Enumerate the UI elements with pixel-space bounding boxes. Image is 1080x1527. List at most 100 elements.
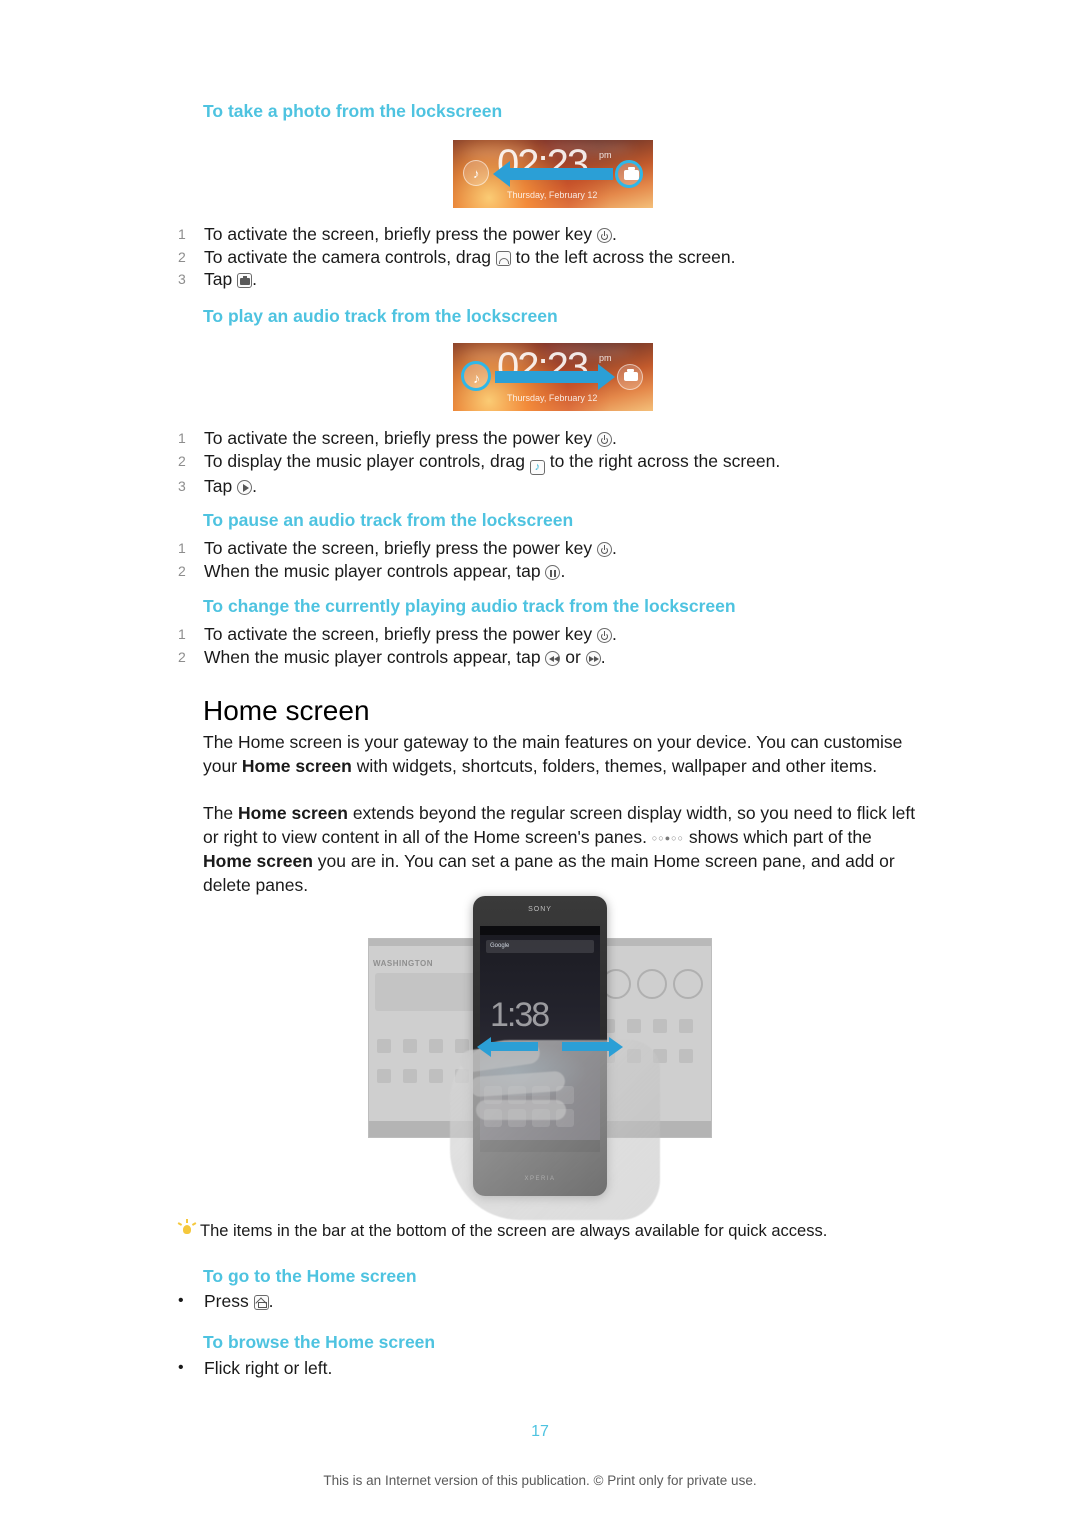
lockscreen-music-illustration: 02:23 pm Thursday, February 12 ♪ bbox=[453, 343, 653, 411]
step-text-after: . bbox=[611, 624, 617, 644]
step-text: Tap . bbox=[204, 475, 958, 498]
bullet: • bbox=[178, 1292, 184, 1309]
app-icon bbox=[679, 1049, 693, 1063]
app-icon bbox=[679, 1019, 693, 1033]
step-text-before: Tap bbox=[204, 269, 238, 289]
step-item: 1 To activate the screen, briefly press … bbox=[178, 223, 958, 246]
step-text-middle: or bbox=[560, 646, 586, 667]
swipe-handle-icon bbox=[495, 250, 511, 266]
step-number: 2 bbox=[178, 648, 186, 665]
status-bar bbox=[593, 939, 711, 946]
lockscreen-ampm: pm bbox=[599, 353, 612, 363]
step-text-before: To activate the camera controls, drag bbox=[204, 246, 496, 267]
lockscreen-date: Thursday, February 12 bbox=[507, 393, 598, 403]
music-note-icon[interactable]: ♪ bbox=[463, 160, 489, 186]
pane-indicator-dots: ○○●○○ bbox=[651, 832, 685, 843]
step-number: 3 bbox=[178, 271, 186, 287]
step-text-before: To activate the screen, briefly press th… bbox=[204, 428, 597, 448]
power-key-icon bbox=[596, 628, 612, 643]
step-number: 3 bbox=[178, 477, 186, 494]
drag-right-arrow bbox=[495, 364, 615, 390]
step-text-before: Tap bbox=[204, 475, 238, 496]
step-text: Flick right or left. bbox=[204, 1358, 333, 1378]
google-search-bar[interactable]: Google bbox=[486, 940, 594, 953]
step-item: 3 Tap . bbox=[178, 268, 958, 291]
step-item: 2 To display the music player controls, … bbox=[178, 450, 958, 475]
widget-circle bbox=[637, 969, 667, 999]
step-text: To activate the screen, briefly press th… bbox=[204, 427, 958, 450]
bullet: • bbox=[178, 1359, 184, 1376]
steps-play-audio: 1 To activate the screen, briefly press … bbox=[178, 427, 958, 497]
step-text-before: To activate the screen, briefly press th… bbox=[204, 538, 597, 558]
weather-widget bbox=[375, 973, 480, 1011]
widget-circle bbox=[673, 969, 703, 999]
app-icon bbox=[377, 1039, 391, 1053]
heading-browse-home-screen: To browse the Home screen bbox=[203, 1332, 436, 1352]
step-number: 1 bbox=[178, 226, 186, 242]
home-key-icon bbox=[253, 1295, 269, 1310]
page-number: 17 bbox=[531, 1423, 549, 1440]
heading-go-to-home-screen: To go to the Home screen bbox=[203, 1266, 417, 1286]
hand-illustration bbox=[450, 1040, 660, 1220]
step-text: Tap . bbox=[204, 268, 958, 291]
step-text-after: . bbox=[600, 646, 606, 667]
step-text-after: . bbox=[252, 269, 257, 289]
step-text: To activate the screen, briefly press th… bbox=[204, 223, 958, 246]
tip-text: The items in the bar at the bottom of th… bbox=[200, 1222, 828, 1240]
step-item: 2 When the music player controls appear,… bbox=[178, 646, 958, 669]
paragraph-2-bold1: Home screen bbox=[238, 803, 348, 823]
tip-row: The items in the bar at the bottom of th… bbox=[177, 1219, 938, 1242]
camera-icon[interactable] bbox=[617, 364, 643, 390]
manual-page: To take a photo from the lockscreen 02:2… bbox=[0, 0, 1080, 1527]
step-number: 1 bbox=[178, 430, 186, 446]
app-icon bbox=[429, 1069, 443, 1083]
app-icon bbox=[403, 1039, 417, 1053]
finger bbox=[476, 1100, 566, 1120]
step-number: 2 bbox=[178, 248, 186, 265]
camera-icon bbox=[237, 273, 253, 288]
paragraph-1-part2: with widgets, shortcuts, folders, themes… bbox=[351, 755, 878, 776]
finger bbox=[469, 1070, 566, 1098]
steps-pause-audio: 1 To activate the screen, briefly press … bbox=[178, 537, 958, 582]
step-text-after: . bbox=[611, 224, 617, 244]
step-text-after: . bbox=[252, 475, 257, 496]
step-text-before: Press bbox=[204, 1291, 254, 1311]
pause-icon bbox=[545, 564, 561, 580]
step-item: 2 When the music player controls appear,… bbox=[178, 560, 958, 583]
steps-browse-home-screen: • Flick right or left. bbox=[178, 1357, 958, 1380]
step-text: When the music player controls appear, t… bbox=[204, 560, 958, 583]
step-text: When the music player controls appear, t… bbox=[204, 646, 958, 669]
play-icon bbox=[237, 479, 253, 495]
step-item: • Flick right or left. bbox=[178, 1357, 958, 1380]
step-text-after: to the right across the screen. bbox=[544, 450, 781, 471]
app-icon bbox=[429, 1039, 443, 1053]
flick-right-arrow bbox=[562, 1036, 623, 1057]
left-pane-widget-label: WASHINGTON bbox=[373, 959, 433, 968]
music-note-icon[interactable]: ♪ bbox=[461, 361, 491, 391]
lockscreen-camera-illustration: 02:23 pm Thursday, February 12 ♪ bbox=[453, 140, 653, 208]
step-item: • Press . bbox=[178, 1290, 958, 1313]
step-text-after: . bbox=[268, 1291, 274, 1311]
heading-change-track-from-lockscreen: To change the currently playing audio tr… bbox=[203, 596, 736, 616]
step-text: To activate the camera controls, drag to… bbox=[204, 246, 958, 269]
paragraph-2-bold2: Home screen bbox=[203, 851, 313, 871]
next-track-icon bbox=[585, 650, 601, 666]
paragraph-2-part1: The bbox=[203, 803, 239, 823]
step-text-before: When the music player controls appear, t… bbox=[204, 560, 546, 581]
steps-change-track: 1 To activate the screen, briefly press … bbox=[178, 623, 958, 668]
heading-play-audio-from-lockscreen: To play an audio track from the lockscre… bbox=[203, 306, 558, 326]
step-item: 3 Tap . bbox=[178, 475, 958, 498]
paragraph-1-bold1: Home screen bbox=[241, 755, 352, 776]
previous-track-icon bbox=[545, 650, 561, 666]
heading-pause-audio-from-lockscreen: To pause an audio track from the lockscr… bbox=[203, 510, 574, 530]
music-note-icon: ♪ bbox=[529, 459, 545, 475]
drag-left-arrow bbox=[493, 161, 613, 187]
step-item: 2 To activate the camera controls, drag … bbox=[178, 246, 958, 269]
step-text: To activate the screen, briefly press th… bbox=[204, 537, 958, 560]
step-text-before: When the music player controls appear, t… bbox=[204, 646, 546, 667]
camera-icon[interactable] bbox=[615, 160, 643, 188]
paragraph-2-part3: shows which part of the bbox=[684, 826, 872, 847]
power-key-icon bbox=[596, 432, 612, 447]
lockscreen-date: Thursday, February 12 bbox=[507, 190, 598, 200]
step-text-after: to the left across the screen. bbox=[510, 246, 736, 267]
